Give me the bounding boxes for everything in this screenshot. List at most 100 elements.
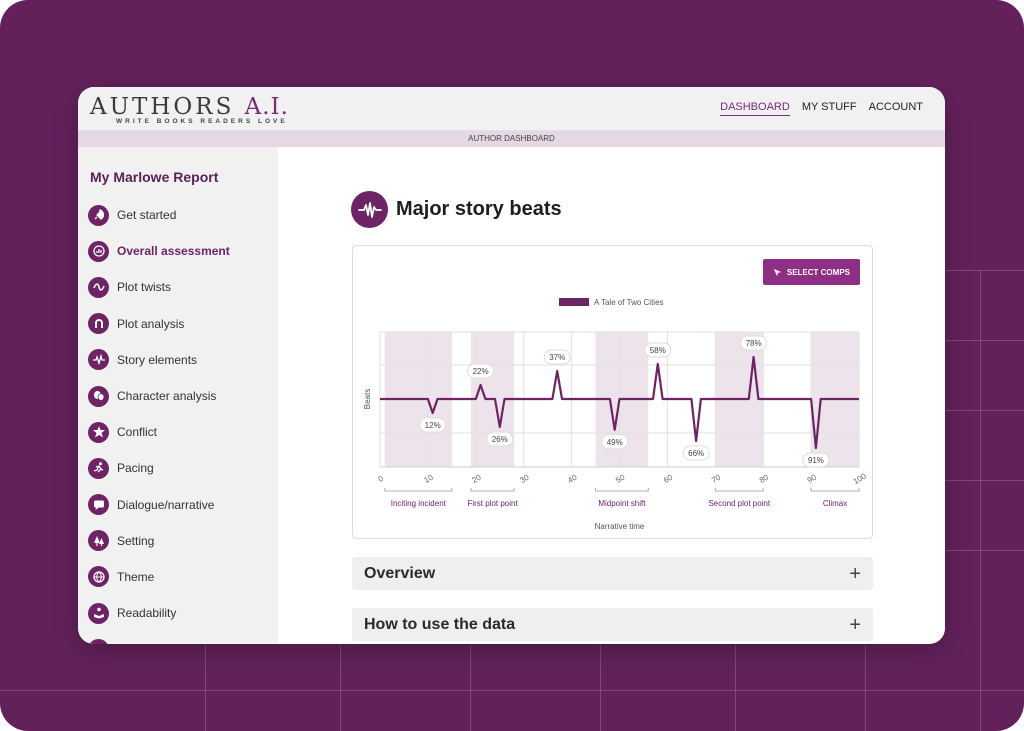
x-axis-label: Narrative time xyxy=(595,522,645,531)
heartbeat-icon xyxy=(351,191,388,228)
burst-icon xyxy=(88,421,109,443)
sidebar-item-conflict[interactable]: Conflict xyxy=(88,414,230,450)
runner-icon xyxy=(88,457,109,479)
peak-label: 22% xyxy=(473,367,489,376)
sidebar-title: My Marlowe Report xyxy=(90,169,219,185)
author-dashboard-bar: AUTHOR DASHBOARD xyxy=(78,131,945,147)
story-beats-chart: 0 10 20 30 40 50 60 70 80 90 100 Inciting incident F… xyxy=(363,298,868,531)
grid-line xyxy=(735,645,736,731)
pulse-icon xyxy=(88,349,109,371)
band-bracket xyxy=(714,488,764,492)
main-content: Major story beats 0 10 20 30 40 50 60 70 80 90 100… xyxy=(278,147,945,644)
peak-label: 12% xyxy=(425,421,441,430)
grid-line xyxy=(980,270,981,731)
how-to-use-accordion[interactable]: How to use the data + xyxy=(352,608,873,641)
sidebar: My Marlowe Report Get started Overall ass… xyxy=(78,147,278,644)
sidebar-item-character-analysis[interactable]: Character analysis xyxy=(88,378,230,414)
legend-label: A Tale of Two Cities xyxy=(594,298,664,307)
grid-line xyxy=(944,340,1024,341)
nav-dashboard[interactable]: DASHBOARD xyxy=(720,101,790,116)
band-label: Midpoint shift xyxy=(598,499,646,508)
nav-my-stuff[interactable]: MY STUFF xyxy=(802,101,857,116)
background-frame: AUTHORS A.I. WRITE BOOKS READERS LOVE DA… xyxy=(0,0,1024,731)
sidebar-item-voice[interactable]: Voice xyxy=(88,631,230,644)
top-bar: AUTHORS A.I. WRITE BOOKS READERS LOVE DA… xyxy=(78,87,945,131)
logo[interactable]: AUTHORS A.I. WRITE BOOKS READERS LOVE xyxy=(90,95,289,125)
grid-line xyxy=(600,645,601,731)
x-tick-label: 50 xyxy=(614,472,627,485)
peak-label: 49% xyxy=(607,438,623,447)
trees-icon xyxy=(88,530,109,552)
top-nav: DASHBOARD MY STUFF ACCOUNT xyxy=(720,101,923,116)
sidebar-item-label: Story elements xyxy=(117,352,198,367)
voice-icon xyxy=(88,638,109,644)
overview-accordion[interactable]: Overview + xyxy=(352,557,873,590)
sidebar-item-label: Theme xyxy=(117,569,155,584)
select-comps-label: SELECT COMPS xyxy=(786,267,850,277)
grid-line xyxy=(470,645,471,731)
sidebar-item-label: Pacing xyxy=(117,461,154,476)
peak-label: 66% xyxy=(688,449,704,458)
grid-line xyxy=(205,645,206,731)
band-bracket xyxy=(470,488,515,492)
globe-icon xyxy=(88,566,109,588)
sidebar-item-plot-analysis[interactable]: Plot analysis xyxy=(88,306,230,342)
sidebar-item-pacing[interactable]: Pacing xyxy=(88,450,230,486)
sidebar-item-setting[interactable]: Setting xyxy=(88,523,230,559)
section-header: Major story beats xyxy=(351,191,562,228)
x-tick-label: 60 xyxy=(662,472,675,485)
sidebar-item-label: Conflict xyxy=(117,425,158,440)
sidebar-item-overall-assessment[interactable]: Overall assessment xyxy=(88,233,230,269)
sidebar-item-plot-twists[interactable]: Plot twists xyxy=(88,269,230,305)
x-tick-label: 20 xyxy=(470,472,483,485)
sidebar-menu: Get started Overall assessment Plot twists… xyxy=(88,197,230,644)
grid-line xyxy=(340,645,341,731)
x-tick-label: 70 xyxy=(710,472,723,485)
rocket-icon xyxy=(88,204,109,226)
grid-line xyxy=(944,480,1024,481)
logo-wordmark: AUTHORS A.I. xyxy=(90,95,289,119)
band-bracket xyxy=(595,488,649,492)
band-label: First plot point xyxy=(467,499,518,508)
wave-icon xyxy=(88,276,109,298)
nav-account[interactable]: ACCOUNT xyxy=(869,101,923,116)
sidebar-item-label: Plot analysis xyxy=(117,316,185,331)
band-bracket xyxy=(384,488,453,492)
sidebar-item-label: Character analysis xyxy=(117,389,217,404)
band-label: Inciting incident xyxy=(391,499,447,508)
sidebar-item-story-elements[interactable]: Story elements xyxy=(88,342,230,378)
peak-label: 37% xyxy=(549,353,565,362)
assessment-icon xyxy=(88,240,109,262)
y-axis-label: Beats xyxy=(363,389,372,409)
speech-icon xyxy=(88,494,109,516)
section-title: Major story beats xyxy=(396,198,562,220)
logo-tagline: WRITE BOOKS READERS LOVE xyxy=(116,118,288,125)
sidebar-item-label: Dialogue/narrative xyxy=(117,497,215,512)
peak-label: 78% xyxy=(746,339,762,348)
sidebar-item-readability[interactable]: Readability xyxy=(88,595,230,631)
grid-line xyxy=(0,690,1024,691)
sidebar-item-get-started[interactable]: Get started xyxy=(88,197,230,233)
sidebar-item-label: Overall assessment xyxy=(117,244,230,259)
sidebar-item-theme[interactable]: Theme xyxy=(88,559,230,595)
reader-icon xyxy=(88,602,109,624)
legend-swatch xyxy=(559,298,589,306)
sidebar-item-dialogue-narrative[interactable]: Dialogue/narrative xyxy=(88,487,230,523)
x-tick-label: 30 xyxy=(518,472,531,485)
accordion-title: Overview xyxy=(364,564,436,582)
band-bracket xyxy=(810,488,860,492)
plus-icon: + xyxy=(849,562,861,585)
app-window: AUTHORS A.I. WRITE BOOKS READERS LOVE DA… xyxy=(78,87,945,644)
story-beats-chart-card: 0 10 20 30 40 50 60 70 80 90 100 Inciting incident F… xyxy=(352,245,873,539)
select-comps-button[interactable]: SELECT COMPS xyxy=(762,259,860,285)
x-tick-label: 40 xyxy=(566,472,579,485)
peak-label: 58% xyxy=(650,346,666,355)
sidebar-item-label: Get started xyxy=(117,208,177,223)
masks-icon xyxy=(88,385,109,407)
plus-icon: + xyxy=(849,613,861,636)
sidebar-item-label: Setting xyxy=(117,533,155,548)
grid-line xyxy=(944,270,1024,271)
x-tick-label: 80 xyxy=(758,472,771,485)
band-label: Second plot point xyxy=(708,499,771,508)
peak-label: 91% xyxy=(808,456,824,465)
